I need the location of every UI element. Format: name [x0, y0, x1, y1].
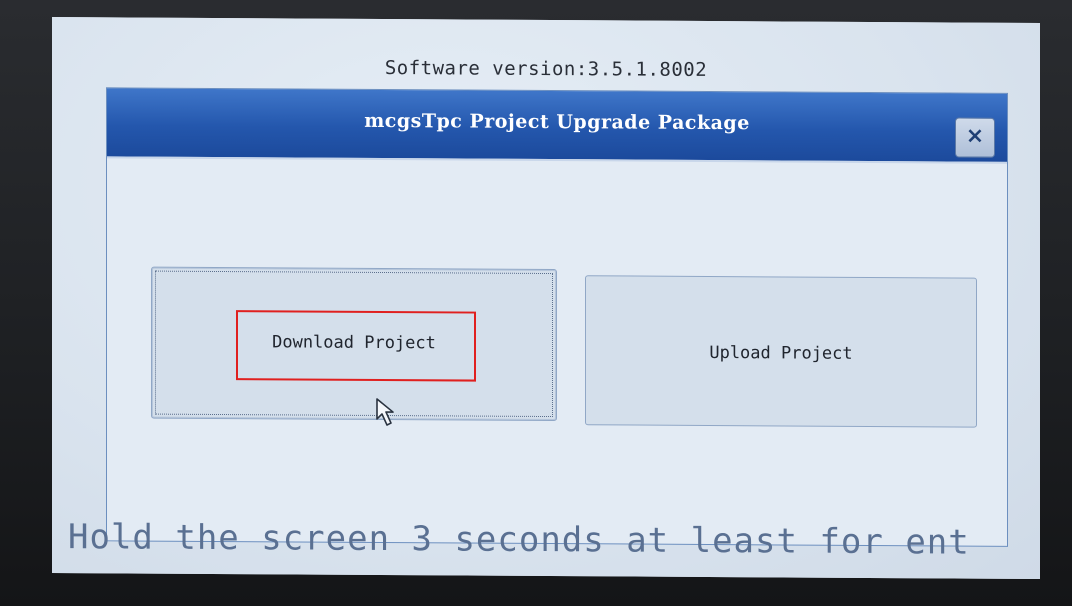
upgrade-dialog: mcgsTpc Project Upgrade Package × Downlo…: [106, 87, 1008, 547]
dialog-title: mcgsTpc Project Upgrade Package: [364, 109, 750, 135]
close-button[interactable]: ×: [955, 117, 995, 158]
upload-project-button[interactable]: Upload Project: [585, 275, 977, 428]
download-project-button[interactable]: Download Project: [151, 266, 557, 426]
upload-project-label: Upload Project: [709, 342, 853, 364]
red-highlight-box: [236, 310, 476, 382]
cursor-arrow-icon: [376, 398, 394, 426]
scrolling-hint-text: Hold the screen 3 seconds at least for e…: [68, 517, 970, 563]
hmi-screen: Software version:3.5.1.8002 mcgsTpc Proj…: [52, 16, 1040, 580]
close-icon: ×: [965, 123, 985, 149]
software-version-label: Software version:3.5.1.8002: [384, 57, 708, 81]
device-bezel: Software version:3.5.1.8002 mcgsTpc Proj…: [0, 0, 1072, 606]
dialog-titlebar: mcgsTpc Project Upgrade Package ×: [107, 88, 1007, 164]
